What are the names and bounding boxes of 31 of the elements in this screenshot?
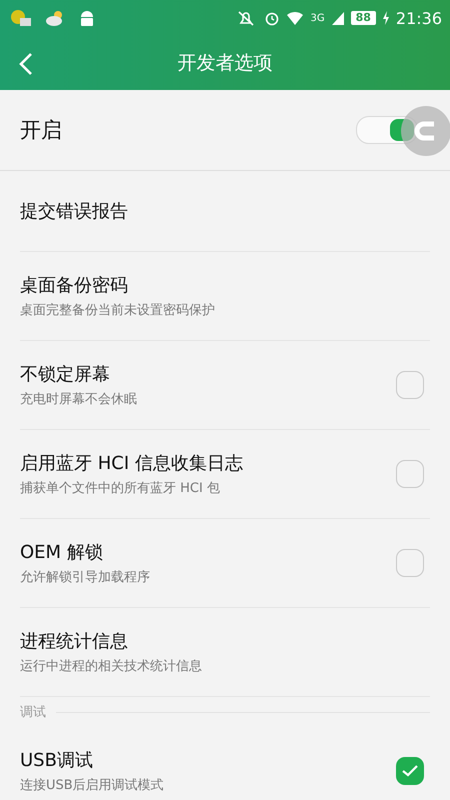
checkbox[interactable] — [396, 549, 424, 577]
alarm-icon — [264, 10, 280, 26]
charging-icon — [382, 11, 390, 25]
setting-description: 桌面完整备份当前未设置密码保护 — [20, 302, 215, 319]
setting-description: 运行中进程的相关技术统计信息 — [20, 658, 202, 675]
setting-title: OEM 解锁 — [20, 541, 104, 564]
signal-icon — [330, 11, 345, 25]
check-icon — [402, 765, 418, 777]
setting-description: 连接USB后启用调试模式 — [20, 777, 164, 794]
clock: 21:36 — [396, 8, 442, 28]
mail-icon — [10, 9, 32, 27]
setting-title: 不锁定屏幕 — [20, 363, 111, 386]
page-title: 开发者选项 — [178, 51, 272, 76]
checkbox[interactable] — [396, 757, 424, 785]
checkbox[interactable] — [396, 460, 424, 488]
setting-description: 捕获单个文件中的所有蓝牙 HCI 包 — [20, 480, 221, 497]
battery-level: 88 — [350, 11, 376, 25]
section-header: 调试 — [20, 704, 46, 721]
setting-description: 允许解锁引导加载程序 — [20, 569, 150, 586]
setting-title: 桌面备份密码 — [20, 274, 129, 297]
checkbox[interactable] — [396, 371, 424, 399]
setting-title: 提交错误报告 — [20, 200, 128, 223]
floating-button[interactable] — [401, 106, 450, 156]
setting-title: 进程统计信息 — [20, 630, 129, 653]
wifi-icon — [286, 10, 304, 26]
setting-title: USB调试 — [20, 749, 94, 772]
setting-title: 启用蓝牙 HCI 信息收集日志 — [20, 452, 243, 475]
switch-label: 开启 — [20, 117, 62, 144]
back-icon — [18, 52, 34, 76]
network-type: 3G — [310, 12, 325, 24]
setting-description: 充电时屏幕不会休眠 — [20, 391, 137, 408]
